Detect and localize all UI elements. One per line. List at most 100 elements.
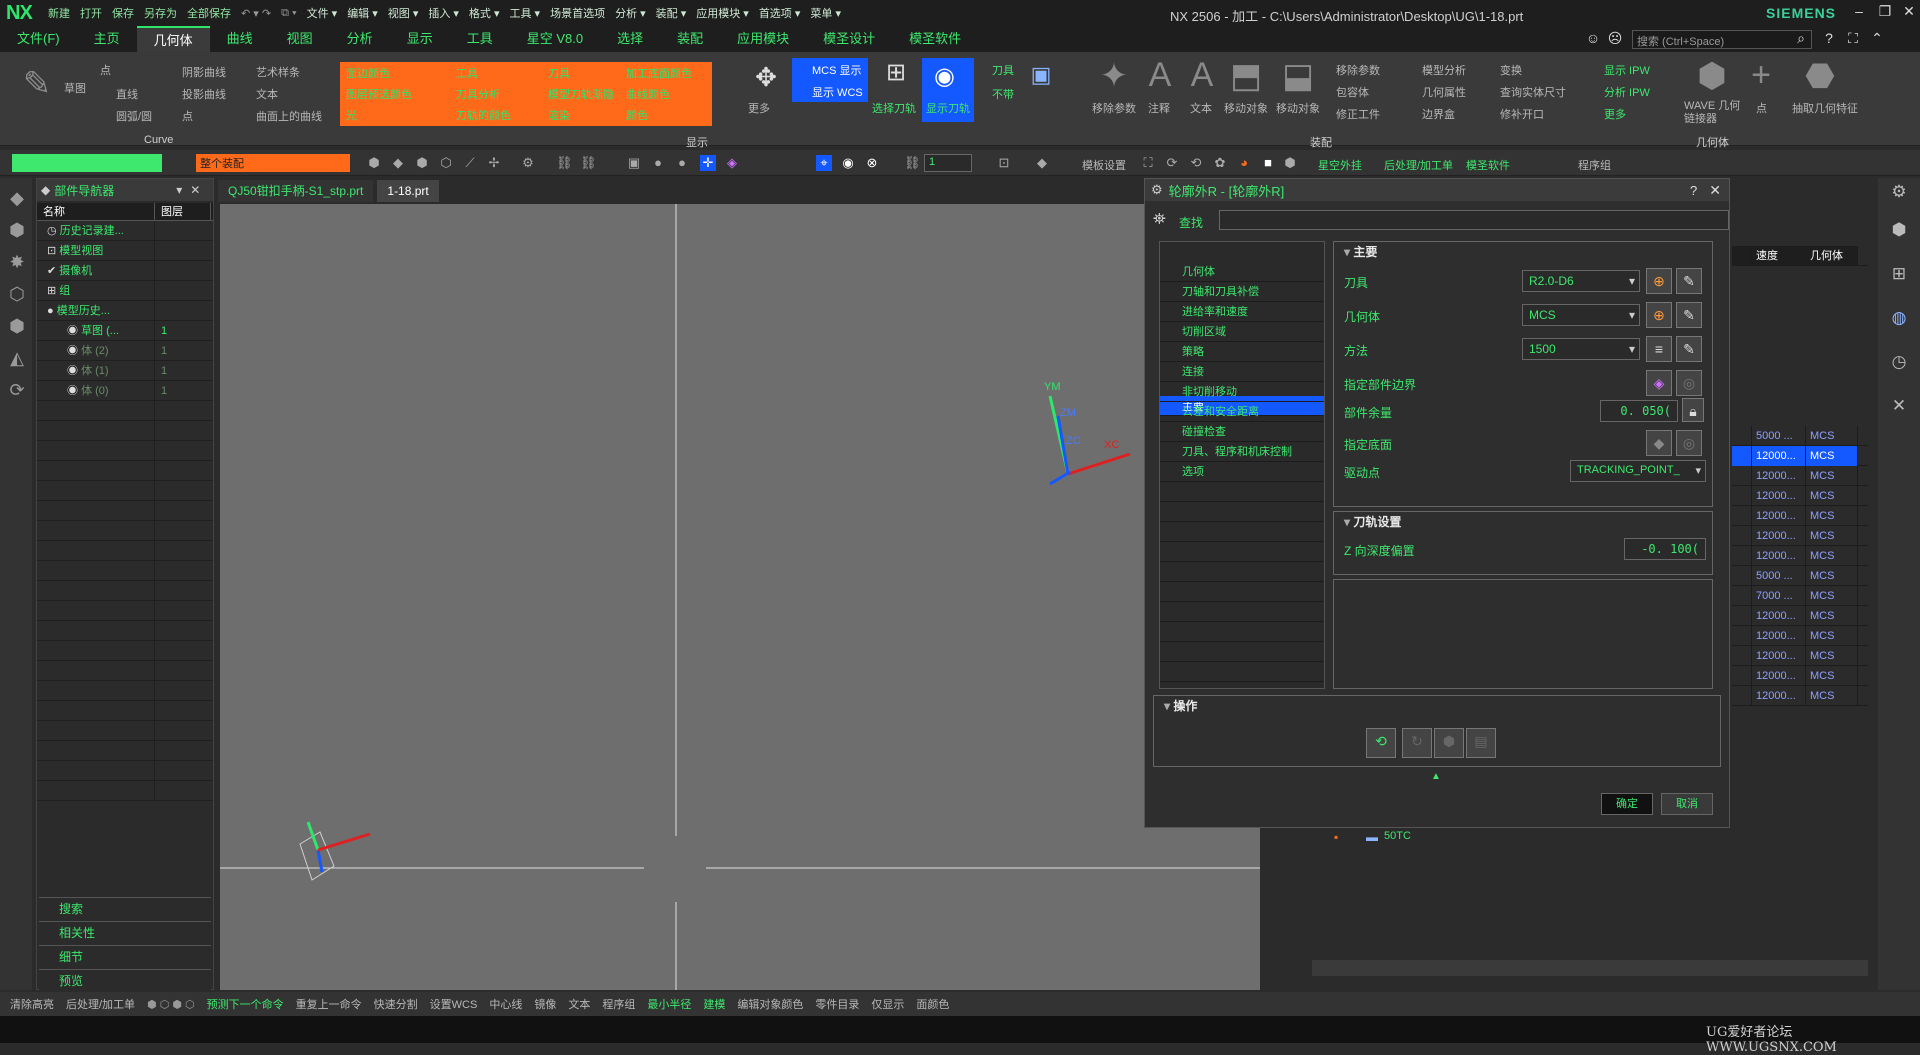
menu-analysis[interactable]: 分析 ▾	[615, 5, 646, 21]
mcs-triad[interactable]: YM ZM ZC XC	[1044, 381, 1131, 486]
wcs-display-button[interactable]: 显示 WCS	[812, 84, 863, 100]
edge-icon[interactable]: ⟋	[462, 155, 478, 171]
command-search-input[interactable]: 搜索 (Ctrl+Space)	[1632, 30, 1812, 49]
postprocess-status-button[interactable]: 后处理/加工单	[66, 996, 135, 1012]
assembly-scope-select[interactable]: 整个装配	[196, 154, 350, 172]
column-speed[interactable]: 速度	[1752, 246, 1806, 266]
bounding-box-button[interactable]: 边界盒	[1422, 106, 1455, 122]
postprocess-button[interactable]: 后处理/加工单	[1384, 157, 1453, 173]
table-row[interactable]: 12000... MCS	[1732, 666, 1868, 686]
query-size-button[interactable]: 查询实体尺寸	[1500, 84, 1566, 100]
select-path-icon[interactable]: ⊞	[876, 58, 916, 87]
mold-icon[interactable]: ◭	[6, 348, 28, 370]
geometry-property-button[interactable]: 几何属性	[1422, 84, 1466, 100]
bounding-body-button[interactable]: 包容体	[1336, 84, 1369, 100]
point-button[interactable]: 点	[100, 62, 111, 78]
refresh-icon[interactable]: ⟲	[1188, 155, 1204, 171]
dialog-tree-item[interactable]: 刀具、程序和机床控制	[1160, 442, 1324, 462]
view-icon[interactable]: ⊡	[996, 155, 1012, 171]
web-icon[interactable]: ◍	[1888, 308, 1910, 330]
arc-button[interactable]: 圆弧/圆	[116, 108, 152, 124]
close-icon[interactable]: ✕	[1896, 3, 1920, 23]
text-status-button[interactable]: 文本	[568, 996, 590, 1012]
search-icon[interactable]: ⌕	[1792, 30, 1810, 48]
tool-display-button[interactable]: 刀具	[992, 62, 1014, 78]
save-as-button[interactable]: 另存为	[144, 5, 177, 21]
open-button[interactable]: 打开	[80, 5, 102, 21]
show-ipw-button[interactable]: 显示 IPW	[1604, 62, 1650, 78]
save-all-button[interactable]: 全部保存	[187, 5, 231, 21]
table-row[interactable]: 12000... MCS	[1732, 506, 1868, 526]
menu-scene[interactable]: 场景首选项	[550, 5, 605, 21]
path-color-button[interactable]: 刀轨的颜色	[456, 107, 511, 123]
table-row[interactable]: 12000... MCS	[1732, 546, 1868, 566]
table-row[interactable]: 12000... MCS	[1732, 606, 1868, 626]
file-tab-1-18[interactable]: 1-18.prt	[377, 180, 439, 202]
save-button[interactable]: 保存	[112, 5, 134, 21]
table-row[interactable]: 12000... MCS	[1732, 646, 1868, 666]
table-row[interactable]: 12000... MCS	[1732, 526, 1868, 546]
tab-xingkong[interactable]: 星空 V8.0	[510, 26, 600, 52]
quick-split-button[interactable]: 快速分割	[374, 996, 418, 1012]
smile-icon[interactable]: ☺	[1584, 30, 1602, 48]
point2-button[interactable]: 点	[182, 108, 193, 124]
tab-mosheng-design[interactable]: 模圣设计	[806, 26, 892, 52]
navigator-row[interactable]: ● 模型历史...	[37, 300, 213, 321]
z-offset-input[interactable]: -0. 100(	[1624, 538, 1706, 560]
render-button[interactable]: 渲染	[548, 107, 570, 123]
shadow-curve-button[interactable]: 阴影曲线	[182, 64, 226, 80]
show-only-button[interactable]: 仅显示	[871, 996, 904, 1012]
color-button[interactable]: 颜色	[626, 107, 648, 123]
main-section-header[interactable]: ▾ 主要	[1334, 242, 1712, 262]
select-path-button[interactable]: 选择刀轨	[872, 100, 916, 116]
edit-geometry-icon[interactable]: ✎	[1676, 302, 1702, 328]
method-select[interactable]: 1500 ▾	[1522, 338, 1640, 360]
floor-color-button[interactable]: 加工底面颜色	[626, 65, 692, 81]
centerline-button[interactable]: 中心线	[489, 996, 522, 1012]
predict-next-button[interactable]: 预测下一个命令	[207, 996, 284, 1012]
table-row[interactable]: 12000... MCS	[1732, 686, 1868, 706]
eye-toggle-icon[interactable]: ◉	[840, 155, 856, 171]
dialog-tree-item[interactable]: 公差和安全距离	[1160, 402, 1324, 422]
clear-highlight-button[interactable]: 清除高亮	[10, 996, 54, 1012]
cube2-icon[interactable]: ⬢	[1282, 155, 1298, 171]
move-object2-button[interactable]: 移动对象	[1276, 100, 1320, 116]
cube-icon[interactable]: ⬢	[366, 155, 382, 171]
rotate-icon[interactable]: ⟳	[1164, 155, 1180, 171]
tab-tools[interactable]: 工具	[450, 26, 510, 52]
operation-nav-icon[interactable]: ⊞	[1888, 264, 1910, 286]
replay-icon[interactable]: ↻	[1402, 728, 1432, 758]
folder-50tc[interactable]: 50TC	[1384, 830, 1411, 842]
path-fade-button[interactable]: 模型刀轨渐隐	[548, 86, 614, 102]
assembly-icon[interactable]: ⬢	[6, 220, 28, 242]
wave-linker-icon[interactable]: ⬢	[1692, 56, 1732, 96]
color-wheel-icon[interactable]: ◕	[1236, 155, 1252, 171]
face-color-button[interactable]: 面颜色	[916, 996, 949, 1012]
table-row[interactable]: 5000 ... MCS	[1732, 566, 1868, 586]
tab-home[interactable]: 主页	[77, 26, 137, 52]
move-object-button[interactable]: 移动对象	[1224, 100, 1268, 116]
sphere2-icon[interactable]: ●	[674, 155, 690, 171]
panel-details[interactable]: 细节	[39, 945, 211, 967]
xingkong-plugin-button[interactable]: 星空外挂	[1318, 157, 1362, 173]
tools-icon[interactable]: ✕	[1888, 396, 1910, 418]
extract-geometry-button[interactable]: 抽取几何特征	[1792, 100, 1858, 116]
panel-search[interactable]: 搜索	[39, 897, 211, 919]
toolpath-section-header[interactable]: ▾ 刀轨设置	[1334, 512, 1712, 532]
sketch-icon[interactable]: ✎	[12, 64, 62, 104]
table-row[interactable]: 7000 ... MCS	[1732, 586, 1868, 606]
table-row[interactable]: 12000... MCS	[1732, 446, 1868, 466]
history-clock-icon[interactable]: ◷	[1888, 352, 1910, 374]
cancel-button[interactable]: 取消	[1661, 793, 1713, 815]
constraint-icon[interactable]: ✸	[6, 252, 28, 274]
modeling-button[interactable]: 建模	[703, 996, 725, 1012]
edit-color-button[interactable]: 编辑对象颜色	[737, 996, 803, 1012]
annotation-button[interactable]: 注释	[1148, 100, 1170, 116]
tab-display[interactable]: 显示	[390, 26, 450, 52]
edit-tool-icon[interactable]: ✎	[1676, 268, 1702, 294]
drive-point-select[interactable]: TRACKING_POINT_ ▾	[1570, 460, 1706, 482]
new-tool-icon[interactable]: ⊕	[1646, 268, 1672, 294]
geometry-select[interactable]: MCS ▾	[1522, 304, 1640, 326]
menu-tools[interactable]: 工具 ▾	[510, 5, 541, 21]
generate-icon[interactable]: ⟲	[1366, 728, 1396, 758]
